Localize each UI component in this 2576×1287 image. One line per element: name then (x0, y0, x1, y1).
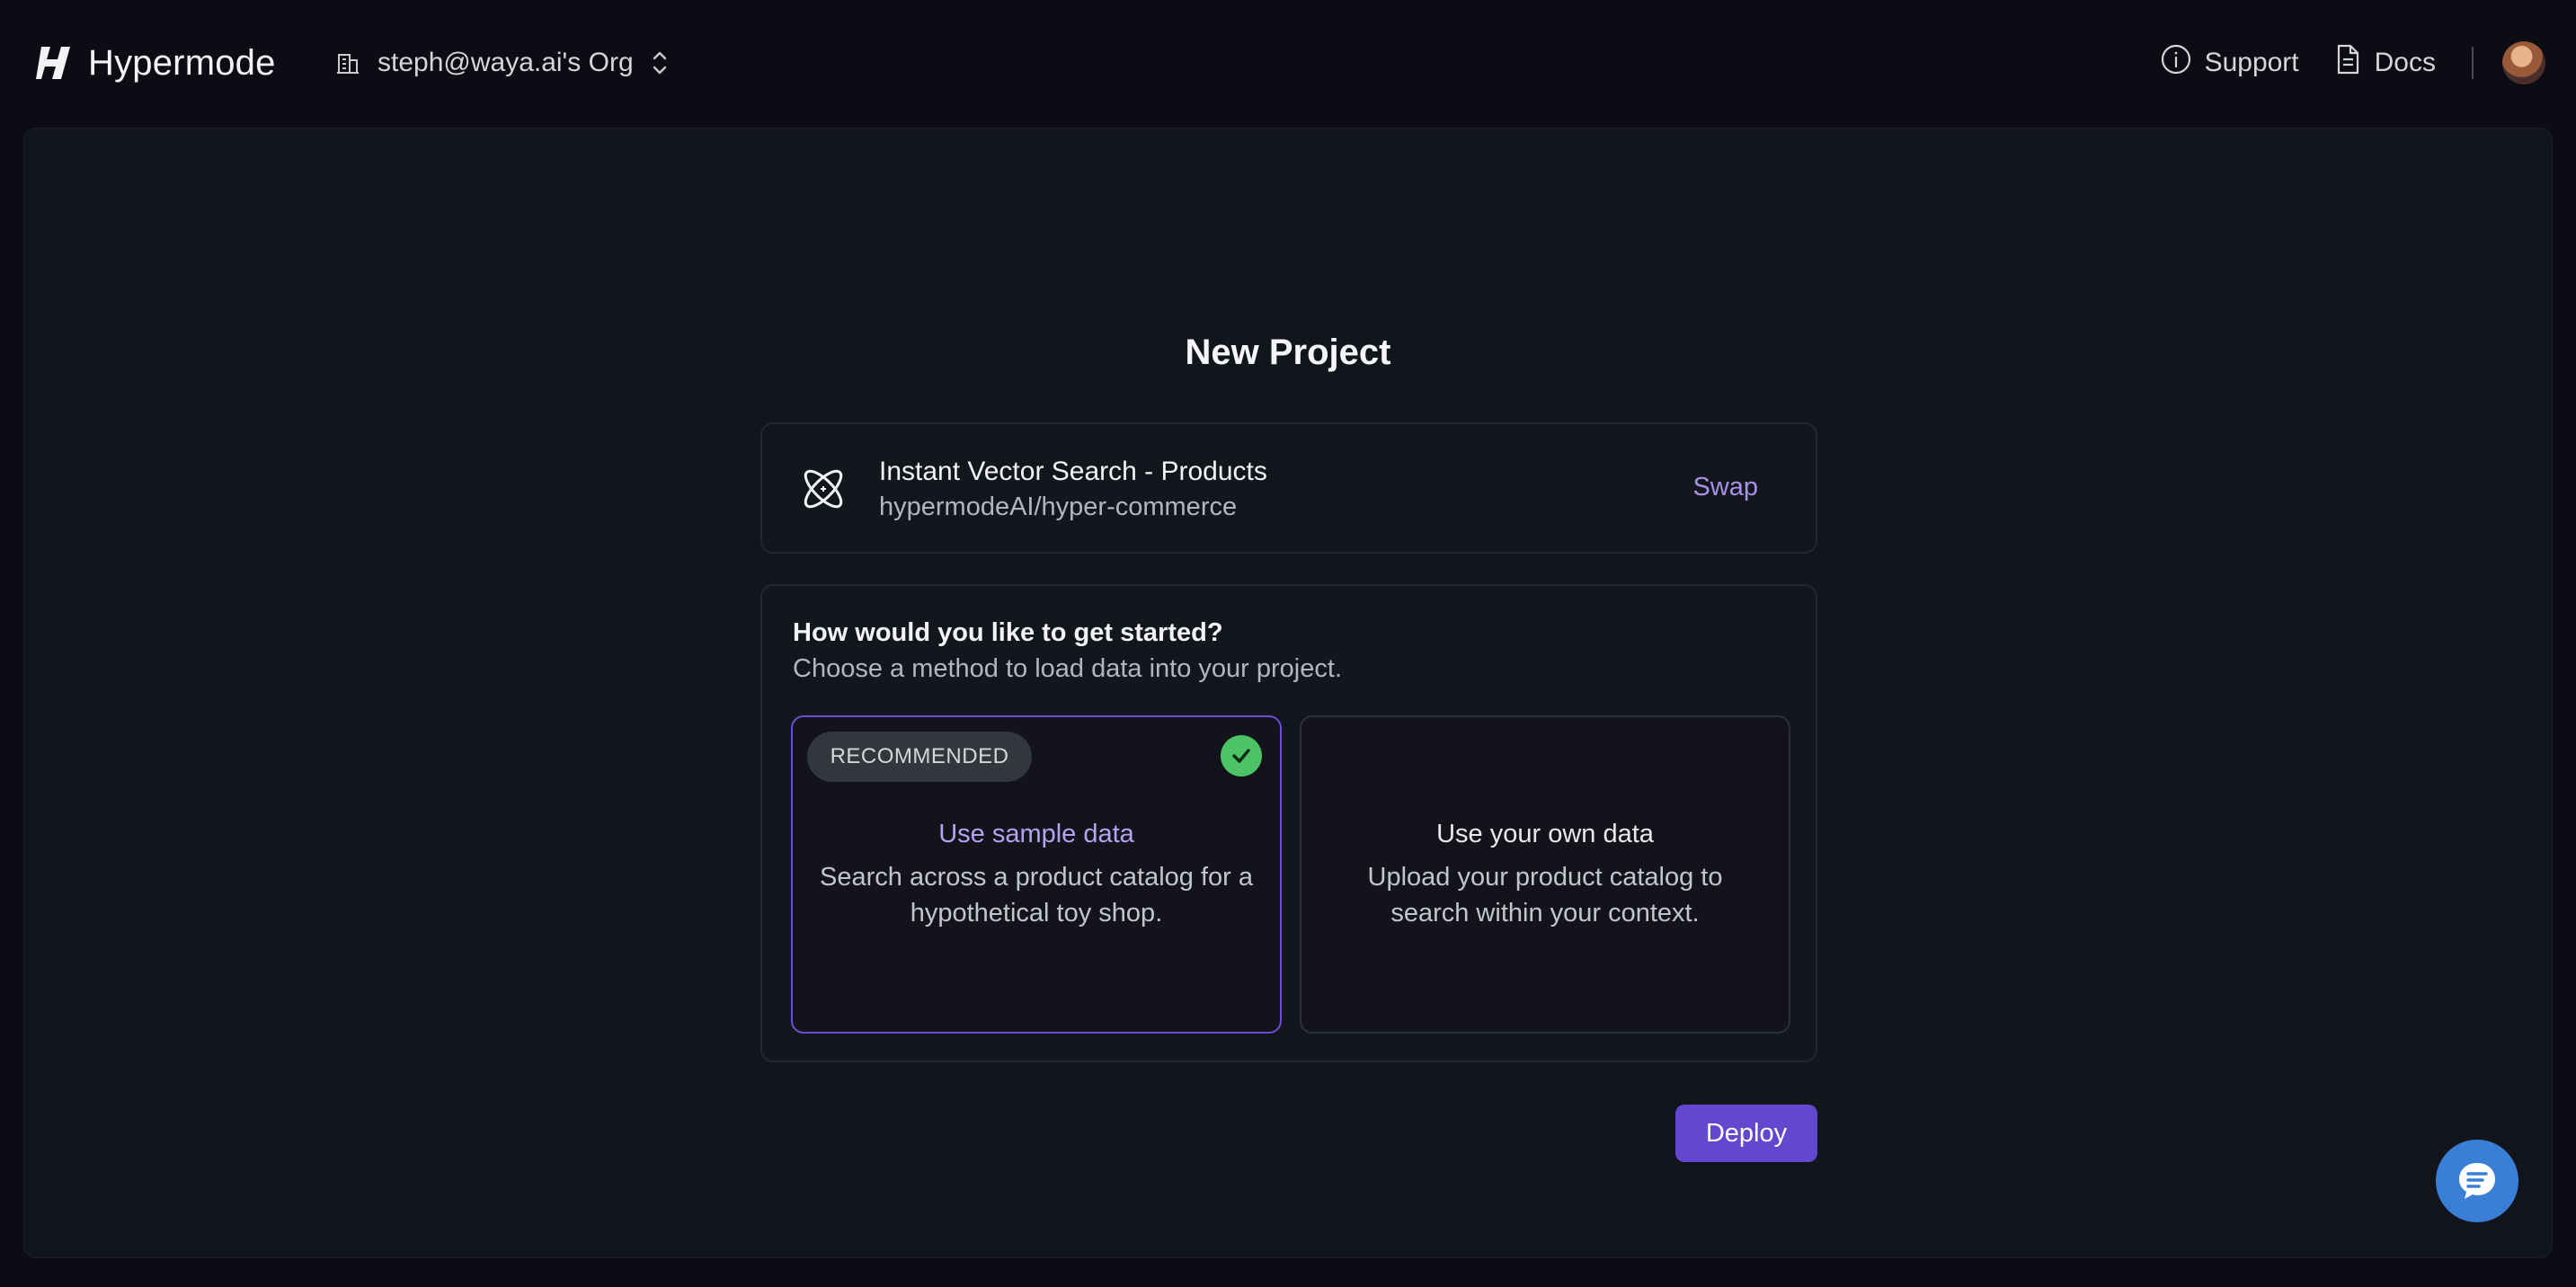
atom-icon (804, 469, 843, 509)
document-icon (2333, 43, 2362, 83)
org-switcher[interactable]: steph@waya.ai's Org (334, 40, 670, 86)
get-started-heading: How would you like to get started? (793, 618, 1223, 647)
chat-support-button[interactable] (2436, 1140, 2518, 1222)
info-icon (2160, 43, 2192, 83)
user-avatar[interactable] (2502, 41, 2545, 84)
header-divider (2472, 47, 2474, 79)
brand-name: Hypermode (88, 42, 276, 83)
template-card: Instant Vector Search - Products hypermo… (760, 422, 1817, 554)
option-own-data[interactable]: Use your own data Upload your product ca… (1300, 715, 1790, 1034)
page-title: New Project (1185, 333, 1391, 372)
template-title: Instant Vector Search - Products (879, 457, 1267, 486)
option-description: Search across a product catalog for a hy… (820, 863, 1253, 928)
check-circle-icon (1221, 735, 1262, 777)
option-title: Use sample data (938, 820, 1134, 848)
docs-label: Docs (2374, 48, 2436, 77)
docs-link[interactable]: Docs (2333, 43, 2436, 83)
chat-bubble-icon (2459, 1163, 2495, 1199)
support-label: Support (2204, 48, 2299, 77)
option-description: Upload your product catalog to search wi… (1367, 863, 1723, 928)
header-actions: Support Docs (2160, 38, 2545, 88)
recommended-badge: RECOMMENDED (807, 732, 1032, 782)
building-icon (334, 49, 361, 76)
option-sample-data[interactable]: RECOMMENDED Use sample data Search acros… (791, 715, 1282, 1034)
option-title: Use your own data (1436, 820, 1654, 848)
get-started-subheading: Choose a method to load data into your p… (793, 654, 1342, 683)
brand[interactable]: Hypermode (36, 40, 276, 86)
top-navigation-bar: Hypermode steph@waya.ai's Org Support Do… (0, 0, 2576, 126)
org-name: steph@waya.ai's Org (378, 48, 634, 77)
swap-button[interactable]: Swap (1692, 473, 1758, 502)
chevron-up-down-icon (650, 48, 670, 78)
deploy-button[interactable]: Deploy (1675, 1105, 1817, 1162)
hypermode-logo-icon (36, 47, 70, 79)
template-repo: hypermodeAI/hyper-commerce (879, 493, 1238, 521)
get-started-card: How would you like to get started? Choos… (760, 584, 1817, 1062)
support-link[interactable]: Support (2160, 43, 2299, 83)
